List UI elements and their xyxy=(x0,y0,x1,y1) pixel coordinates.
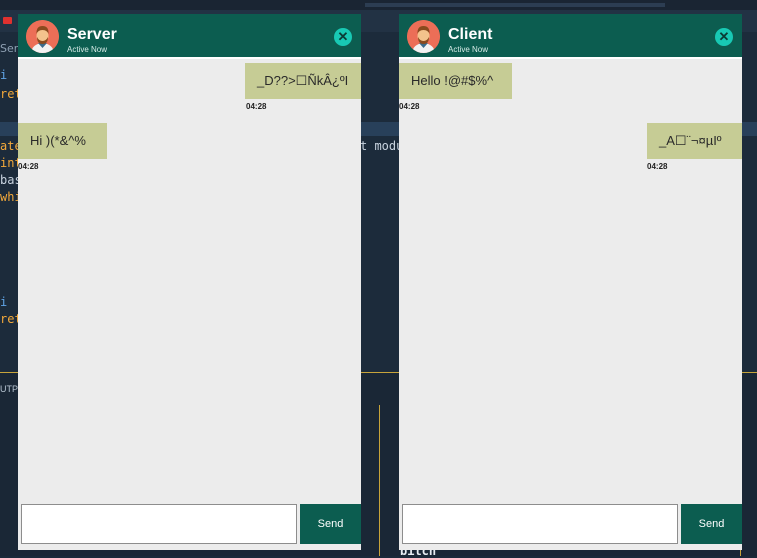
chat-header: Client Active Now ✕ xyxy=(399,14,742,59)
message-time: 04:28 xyxy=(399,102,420,111)
avatar-icon xyxy=(26,20,59,53)
chat-title: Server xyxy=(67,26,117,43)
code-line: i xyxy=(0,68,8,82)
chat-title: Client xyxy=(448,26,493,43)
close-icon[interactable]: ✕ xyxy=(334,28,352,46)
java-file-icon xyxy=(3,17,12,24)
ide-divider xyxy=(379,405,380,556)
code-fragment: t modu xyxy=(360,139,404,153)
close-icon[interactable]: ✕ xyxy=(715,28,733,46)
chat-status: Active Now xyxy=(67,45,108,54)
chat-status: Active Now xyxy=(448,45,489,54)
message-time: 04:28 xyxy=(246,102,267,111)
message-time: 04:28 xyxy=(647,162,668,171)
code-line: i xyxy=(0,295,8,309)
message-input[interactable] xyxy=(21,504,297,544)
send-button[interactable]: Send xyxy=(300,504,361,544)
message-bubble-received: Hi )(*&^% xyxy=(18,123,107,159)
chat-message-area: _D??>☐ÑkÂ¿ºI 04:28 Hi )(*&^% 04:28 xyxy=(18,59,361,504)
message-bubble-sent: _A☐¨¬¤µIº xyxy=(647,123,742,159)
chat-footer: Send xyxy=(18,504,361,550)
chat-footer: Send xyxy=(399,504,742,550)
avatar-icon xyxy=(407,20,440,53)
message-bubble-sent: _D??>☐ÑkÂ¿ºI xyxy=(245,63,361,99)
message-bubble-received: Hello !@#$%^ xyxy=(399,63,512,99)
server-chat-window: Server Active Now ✕ _D??>☐ÑkÂ¿ºI 04:28 H… xyxy=(18,14,361,550)
send-button[interactable]: Send xyxy=(681,504,742,544)
message-time: 04:28 xyxy=(18,162,39,171)
chat-header: Server Active Now ✕ xyxy=(18,14,361,59)
chat-message-area: Hello !@#$%^ 04:28 _A☐¨¬¤µIº 04:28 xyxy=(399,59,742,504)
client-chat-window: Client Active Now ✕ Hello !@#$%^ 04:28 _… xyxy=(399,14,742,550)
message-input[interactable] xyxy=(402,504,678,544)
ide-tab-strip xyxy=(365,3,665,7)
